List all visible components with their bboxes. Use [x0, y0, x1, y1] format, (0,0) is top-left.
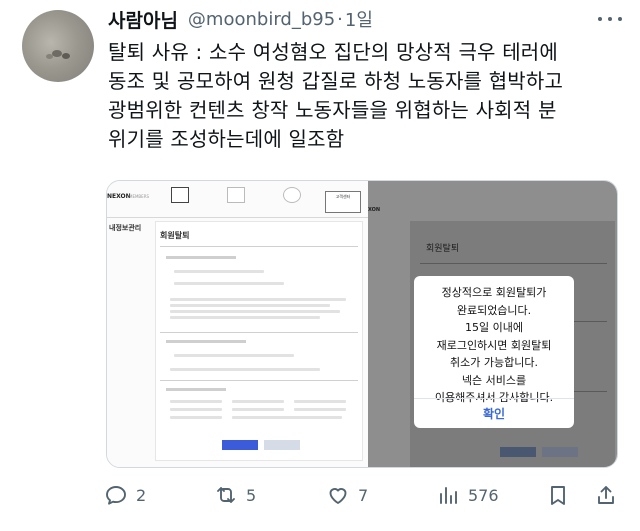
- notice-text: [170, 298, 346, 301]
- help-button: 고객센터: [325, 191, 361, 213]
- more-icon[interactable]: [598, 10, 622, 28]
- separator: ·: [337, 8, 343, 30]
- avatar-image-detail: [62, 53, 70, 59]
- reply-button[interactable]: 2: [104, 480, 146, 510]
- option-item: [294, 408, 346, 411]
- withdraw-button: [222, 440, 258, 450]
- dialog-message-line: 완료되었습니다.: [456, 303, 532, 317]
- tweet-header: 사람아님 @moonbird_b95 · 1일: [108, 6, 626, 32]
- like-button[interactable]: 7: [326, 480, 368, 510]
- sidebar-menu: [109, 243, 151, 303]
- sidebar-title: 내정보관리: [109, 224, 142, 232]
- divider: [420, 263, 607, 264]
- avatar[interactable]: [22, 10, 94, 82]
- step-icon: [223, 187, 249, 205]
- dialog-confirm-button: 확인: [414, 398, 574, 428]
- form-page-title: 회원탈퇴: [426, 244, 460, 254]
- step-icon: [167, 187, 193, 205]
- reply-count: 2: [136, 485, 147, 505]
- cancel-button: [542, 447, 578, 457]
- form-row: [174, 270, 264, 273]
- bookmark-icon: [551, 486, 565, 505]
- cancel-button: [264, 440, 300, 450]
- dialog-message: 정상적으로 회원탈퇴가 완료되었습니다. 15일 이내에 재로그인하시면 회원탈…: [414, 276, 574, 407]
- nexon-logo: NEXON: [107, 193, 131, 200]
- option-item: [170, 416, 222, 419]
- tweet-action-bar: 2 5 7 576: [104, 480, 624, 514]
- withdrawal-complete-dialog: 정상적으로 회원탈퇴가 완료되었습니다. 15일 이내에 재로그인하시면 회원탈…: [414, 276, 574, 428]
- views-button[interactable]: 576: [436, 480, 499, 510]
- nexon-logo: XON: [368, 207, 381, 213]
- user-handle[interactable]: @moonbird_b95: [188, 9, 335, 30]
- option-item: [232, 408, 284, 411]
- withdraw-button: [500, 447, 536, 457]
- notice-text: [170, 310, 340, 313]
- section-title: [166, 388, 226, 391]
- reply-icon: [106, 486, 126, 505]
- like-icon: [329, 488, 347, 504]
- tweet-text: 탈퇴 사유 : 소수 여성혐오 집단의 망상적 극우 테러에 동조 및 공모하여…: [108, 38, 628, 154]
- dialog-message-line: 정상적으로 회원탈퇴가: [441, 286, 547, 299]
- tweet-text-line: 탈퇴 사유 : 소수 여성혐오 집단의 망상적 극우 테러에: [108, 40, 558, 64]
- option-item: [232, 400, 284, 403]
- dialog-message-line: 취소가 가능합니다.: [450, 356, 538, 369]
- share-button[interactable]: [594, 480, 626, 510]
- tweet-text-line: 광범위한 컨텐츠 창작 노동자들을 위협하는 사회적 분: [108, 98, 557, 122]
- form-content: 회원탈퇴: [155, 221, 363, 461]
- display-name[interactable]: 사람아님: [108, 6, 178, 33]
- option-item: [232, 416, 342, 419]
- option-item: [170, 408, 222, 411]
- option-item: [294, 400, 346, 403]
- tweet-text-line: 동조 및 공모하여 원청 갑질로 하청 노동자를 협박하고: [108, 69, 564, 93]
- form-page-title: 회원탈퇴: [160, 231, 190, 240]
- section-title: [166, 256, 236, 259]
- like-count: 7: [358, 485, 369, 505]
- divider: [160, 380, 358, 381]
- step-icon: [279, 187, 305, 205]
- retweet-count: 5: [246, 485, 257, 505]
- retweet-icon: [217, 487, 235, 503]
- form-row: [174, 282, 284, 285]
- option-item: [170, 400, 222, 403]
- screenshot-left-panel: NEXON MEMBERS 고객센터 내정보관리 회원탈퇴: [107, 181, 368, 467]
- divider: [160, 332, 358, 333]
- logo-subtitle: MEMBERS: [129, 194, 150, 199]
- notice-text: [170, 304, 330, 307]
- notice-text: [170, 316, 320, 319]
- views-count: 576: [468, 485, 499, 505]
- dialog-message-line: 넥슨 서비스를: [461, 373, 527, 387]
- bookmark-button[interactable]: [546, 480, 578, 510]
- avatar-image-detail: [52, 50, 62, 57]
- retweet-button[interactable]: 5: [214, 480, 256, 510]
- dialog-message-line: 15일 이내에: [465, 321, 523, 334]
- dialog-message-line: 재로그인하시면 회원탈퇴: [436, 338, 552, 352]
- divider: [107, 217, 368, 218]
- avatar-image-detail: [46, 54, 53, 59]
- section-title: [166, 340, 246, 343]
- form-row: [174, 354, 294, 357]
- divider: [160, 246, 358, 247]
- views-icon: [440, 487, 457, 504]
- timestamp[interactable]: 1일: [345, 6, 373, 32]
- share-icon: [598, 486, 614, 504]
- notice-text: [170, 368, 320, 371]
- tweet-text-line: 위기를 조성하는데에 일조함: [108, 127, 345, 151]
